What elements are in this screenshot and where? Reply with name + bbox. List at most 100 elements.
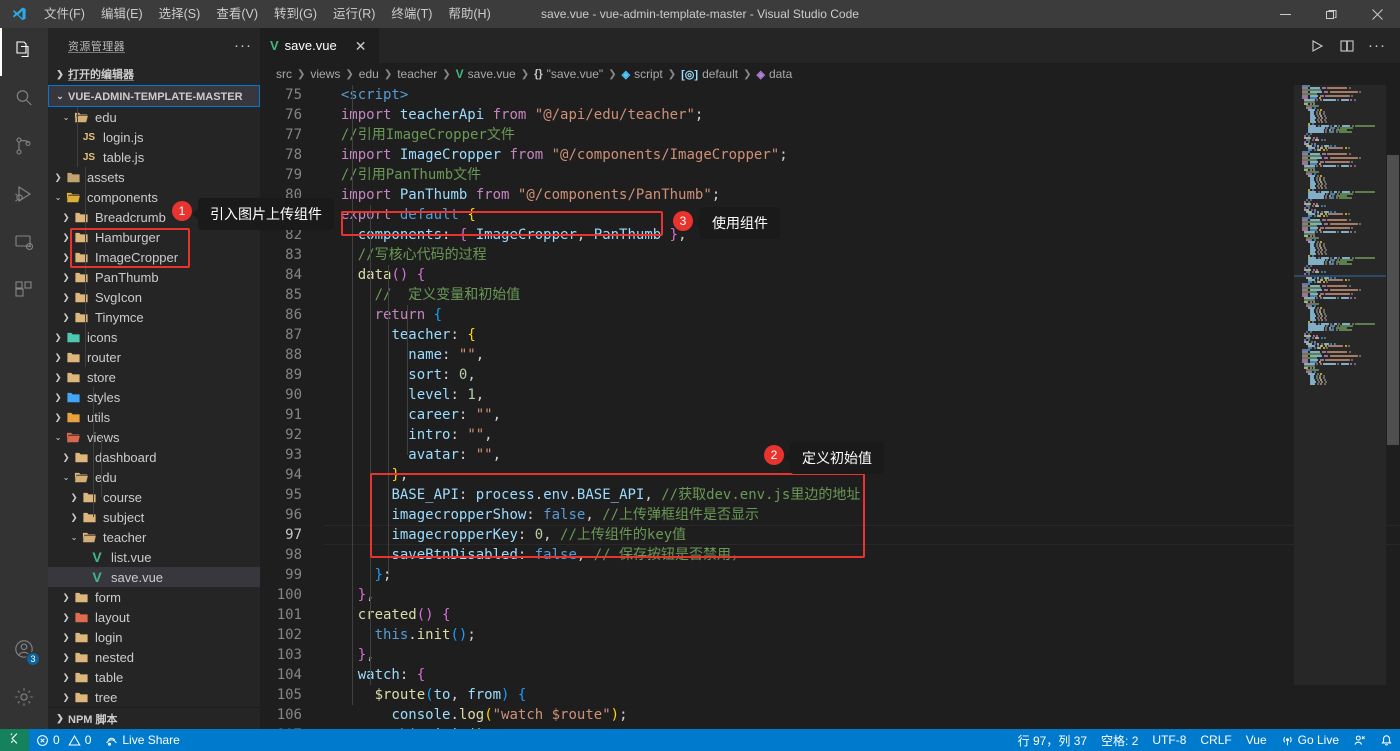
tree-item-SvgIcon[interactable]: ❯ SvgIcon	[48, 287, 260, 307]
eol-status[interactable]: CRLF	[1193, 729, 1238, 751]
chevron-down-icon[interactable]: ⌄	[60, 112, 72, 123]
chevron-right-icon[interactable]: ❯	[52, 332, 64, 343]
close-button[interactable]	[1354, 0, 1400, 28]
tree-item-views[interactable]: ⌄ views	[48, 427, 260, 447]
breadcrumb-item[interactable]: [◎] default	[681, 67, 738, 81]
code-line[interactable]: 82 components: { ImageCropper, PanThumb …	[260, 225, 1400, 245]
language-mode-status[interactable]: Vue	[1239, 729, 1274, 751]
chevron-right-icon[interactable]: ❯	[68, 492, 80, 503]
file-tree[interactable]: ⌄ edu JS login.js JS table.js ❯ assets ⌄ componen…	[48, 107, 260, 707]
chevron-right-icon[interactable]: ❯	[60, 272, 72, 283]
chevron-right-icon[interactable]: ❯	[60, 672, 72, 683]
breadcrumb-item[interactable]: src	[276, 67, 292, 81]
ellipsis-icon[interactable]: ···	[1364, 33, 1390, 59]
code-line[interactable]: 81 export default {	[260, 205, 1400, 225]
chevron-down-icon[interactable]: ⌄	[52, 432, 64, 443]
code-line[interactable]: 100 },	[260, 585, 1400, 605]
tree-item-login[interactable]: ❯ login	[48, 627, 260, 647]
chevron-right-icon[interactable]: ❯	[52, 372, 64, 383]
code-line[interactable]: 105 $route(to, from) {	[260, 685, 1400, 705]
activity-explorer[interactable]	[0, 28, 48, 76]
breadcrumb-item[interactable]: Vsave.vue	[456, 67, 516, 81]
cursor-position-status[interactable]: 行 97，列 37	[1011, 729, 1094, 751]
activity-account[interactable]: 3	[0, 627, 48, 675]
code-line[interactable]: 102 this.init();	[260, 625, 1400, 645]
open-editors-section[interactable]: ❯ 打开的编辑器	[48, 63, 260, 85]
menu-selection[interactable]: 选择(S)	[151, 3, 209, 25]
code-line[interactable]: 104 watch: {	[260, 665, 1400, 685]
close-icon[interactable]: ✕	[355, 39, 367, 53]
breadcrumb-item[interactable]: teacher	[397, 67, 437, 81]
tree-item-styles[interactable]: ❯ styles	[48, 387, 260, 407]
code-line[interactable]: 107 this.init();	[260, 725, 1400, 729]
problems-status[interactable]: 0 0	[29, 729, 98, 751]
code-line[interactable]: 78 import ImageCropper from "@/component…	[260, 145, 1400, 165]
chevron-right-icon[interactable]: ❯	[60, 692, 72, 703]
chevron-right-icon[interactable]: ❯	[52, 352, 64, 363]
code-line[interactable]: 96 imagecropperShow: false, //上传弹框组件是否显示	[260, 505, 1400, 525]
live-share-status[interactable]: Live Share	[98, 729, 186, 751]
maximize-button[interactable]	[1308, 0, 1354, 28]
tree-item-table[interactable]: ❯ table	[48, 667, 260, 687]
code-line[interactable]: 83 //写核心代码的过程	[260, 245, 1400, 265]
chevron-right-icon[interactable]: ❯	[60, 652, 72, 663]
chevron-right-icon[interactable]: ❯	[60, 632, 72, 643]
breadcrumb-item[interactable]: ◈ data	[756, 67, 792, 81]
tree-item-Hamburger[interactable]: ❯ Hamburger	[48, 227, 260, 247]
menu-file[interactable]: 文件(F)	[36, 3, 93, 25]
split-editor-icon[interactable]	[1334, 33, 1360, 59]
code-line[interactable]: 85 // 定义变量和初始值	[260, 285, 1400, 305]
more-actions-icon[interactable]: ···	[234, 38, 252, 53]
activity-settings[interactable]	[0, 675, 48, 723]
tree-item-teacher[interactable]: ⌄ teacher	[48, 527, 260, 547]
activity-remote-explorer[interactable]	[0, 220, 48, 268]
chevron-right-icon[interactable]: ❯	[52, 392, 64, 403]
menu-help[interactable]: 帮助(H)	[440, 3, 498, 25]
editor-scrollbar[interactable]	[1386, 85, 1400, 729]
code-line[interactable]: 86 return {	[260, 305, 1400, 325]
play-icon[interactable]	[1304, 33, 1330, 59]
menu-terminal[interactable]: 终端(T)	[383, 3, 440, 25]
chevron-right-icon[interactable]: ❯	[60, 292, 72, 303]
go-live-status[interactable]: Go Live	[1274, 729, 1346, 751]
chevron-right-icon[interactable]: ❯	[60, 592, 72, 603]
tree-item-nested[interactable]: ❯ nested	[48, 647, 260, 667]
code-line[interactable]: 79 //引用PanThumb文件	[260, 165, 1400, 185]
code-line[interactable]: 84 data() {	[260, 265, 1400, 285]
breadcrumb-item[interactable]: views	[310, 67, 340, 81]
project-root-section[interactable]: ⌄ VUE-ADMIN-TEMPLATE-MASTER	[48, 85, 260, 107]
chevron-right-icon[interactable]: ❯	[52, 412, 64, 423]
feedback-status[interactable]	[1346, 729, 1373, 751]
chevron-down-icon[interactable]: ⌄	[60, 472, 72, 483]
chevron-right-icon[interactable]: ❯	[60, 452, 72, 463]
code-line[interactable]: 88 name: "",	[260, 345, 1400, 365]
menu-run[interactable]: 运行(R)	[325, 3, 383, 25]
code-line[interactable]: 80 import PanThumb from "@/components/Pa…	[260, 185, 1400, 205]
minimap[interactable]	[1294, 85, 1386, 729]
minimize-button[interactable]	[1262, 0, 1308, 28]
tree-item-utils[interactable]: ❯ utils	[48, 407, 260, 427]
breadcrumb-item[interactable]: ◈ script	[622, 67, 663, 81]
chevron-right-icon[interactable]: ❯	[60, 252, 72, 263]
code-line[interactable]: 76 import teacherApi from "@/api/edu/tea…	[260, 105, 1400, 125]
code-line[interactable]: 97 imagecropperKey: 0, //上传组件的key值	[260, 525, 1400, 545]
tree-item-Tinymce[interactable]: ❯ Tinymce	[48, 307, 260, 327]
code-line[interactable]: 89 sort: 0,	[260, 365, 1400, 385]
code-line[interactable]: 90 level: 1,	[260, 385, 1400, 405]
tab-save-vue[interactable]: V save.vue ✕	[260, 28, 380, 63]
tree-item-PanThumb[interactable]: ❯ PanThumb	[48, 267, 260, 287]
tree-item-tree[interactable]: ❯ tree	[48, 687, 260, 707]
encoding-status[interactable]: UTF-8	[1145, 729, 1193, 751]
menu-go[interactable]: 转到(G)	[266, 3, 325, 25]
tree-item-edu[interactable]: ⌄ edu	[48, 107, 260, 127]
tree-item-save-vue[interactable]: Vsave.vue	[48, 567, 260, 587]
activity-source-control[interactable]	[0, 124, 48, 172]
activity-extensions[interactable]	[0, 268, 48, 316]
code-line[interactable]: 103 },	[260, 645, 1400, 665]
tree-item-login-js[interactable]: JS login.js	[48, 127, 260, 147]
tree-item-form[interactable]: ❯ form	[48, 587, 260, 607]
tree-item-list-vue[interactable]: Vlist.vue	[48, 547, 260, 567]
menu-view[interactable]: 查看(V)	[208, 3, 266, 25]
code-line[interactable]: 101 created() {	[260, 605, 1400, 625]
indentation-status[interactable]: 空格: 2	[1094, 729, 1145, 751]
